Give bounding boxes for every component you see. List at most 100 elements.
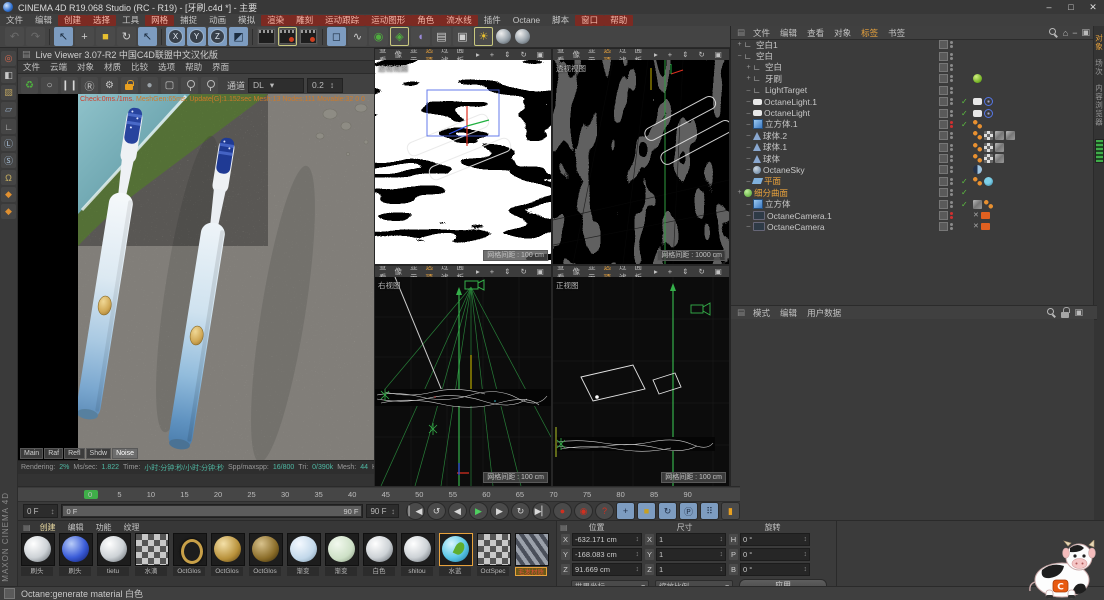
record-keyframe-button[interactable]: ●: [553, 502, 572, 520]
object-row-OctaneLight[interactable]: – OctaneLight ✓: [731, 107, 1093, 118]
layer-chip[interactable]: [939, 176, 948, 186]
render-view-icon[interactable]: [257, 27, 276, 46]
coord-field-X[interactable]: -632.171 cm ↕: [572, 533, 642, 546]
phong-dots-tag-icon[interactable]: [973, 142, 982, 152]
object-row-球体[interactable]: – 球体: [731, 153, 1093, 164]
attribute-manager-body[interactable]: [731, 319, 1094, 520]
visibility-dots[interactable]: [950, 132, 953, 140]
quantize-icon[interactable]: ◆: [1, 187, 16, 202]
visibility-dots[interactable]: [950, 75, 953, 83]
render-picture-icon[interactable]: [278, 27, 297, 46]
object-row-球体.2[interactable]: – 球体.2: [731, 130, 1093, 141]
menu-编辑[interactable]: 编辑: [29, 15, 58, 26]
layer-chip[interactable]: [939, 85, 948, 95]
visibility-dots[interactable]: [950, 212, 953, 220]
expand-plus-icon[interactable]: +: [744, 75, 753, 82]
visibility-dots[interactable]: [950, 41, 953, 49]
play-button[interactable]: ▶: [469, 502, 488, 520]
visibility-dots[interactable]: [950, 86, 953, 94]
layer-chip[interactable]: [939, 40, 948, 50]
pan-icon[interactable]: +: [664, 50, 676, 59]
object-row-OctaneSky[interactable]: – OctaneSky: [731, 164, 1093, 175]
dot-bottom[interactable]: [950, 159, 953, 163]
texture-tag-icon[interactable]: [995, 142, 1004, 152]
channel-dropdown[interactable]: DL ▾: [248, 77, 305, 93]
render-canvas[interactable]: Check:0ms./1ms. MeshGen:65ms. Update[G]:…: [18, 94, 374, 460]
material-thumbnail[interactable]: [363, 533, 397, 566]
material-渐变[interactable]: 渐变: [287, 533, 321, 576]
material-毛发材质[interactable]: 毛发材质: [515, 533, 549, 576]
material-sphere-icon[interactable]: [515, 29, 530, 44]
dot-top[interactable]: [950, 132, 953, 136]
om-menu-对象[interactable]: 对象: [829, 27, 856, 39]
visibility-toggles[interactable]: [939, 211, 953, 221]
material-thumbnail[interactable]: [439, 533, 473, 566]
material-渐变[interactable]: 渐变: [325, 533, 359, 576]
sample-field[interactable]: 0.2 ↕: [307, 77, 344, 93]
dot-bottom[interactable]: [950, 193, 953, 197]
keyframe-selection-button[interactable]: ▮: [721, 502, 740, 520]
lv-menu-界面[interactable]: 界面: [207, 61, 234, 73]
object-row-OctaneCamera.1[interactable]: – OctaneCamera.1 ✕: [731, 210, 1093, 221]
material-OctSpec[interactable]: OctSpec: [477, 533, 511, 576]
dot-bottom[interactable]: [950, 181, 953, 185]
dot-bottom[interactable]: [950, 170, 953, 174]
om-menu-查看[interactable]: 查看: [802, 27, 829, 39]
expand-plus-icon[interactable]: +: [735, 189, 744, 196]
mat-menu-编辑[interactable]: 编辑: [63, 522, 89, 533]
expand-all-icon[interactable]: ▣: [1081, 27, 1090, 38]
object-row-平面[interactable]: – 平面 ✓: [731, 176, 1093, 187]
material-thumbnail[interactable]: [97, 533, 131, 566]
coord-field-Z[interactable]: 91.669 cm ↕: [572, 563, 642, 576]
search-icon[interactable]: [1047, 307, 1057, 318]
light-tag-icon[interactable]: [973, 98, 982, 106]
pan-icon[interactable]: +: [664, 267, 676, 276]
toggle-view-icon[interactable]: ▣: [533, 267, 548, 276]
side-tab-场次[interactable]: 场次: [1094, 59, 1104, 76]
scale-icon[interactable]: ■: [96, 27, 115, 46]
visibility-dots[interactable]: [950, 52, 953, 60]
environment-icon[interactable]: ▤: [432, 27, 451, 46]
layer-chip[interactable]: [939, 199, 948, 209]
material-thumbnail[interactable]: [287, 533, 321, 566]
goto-start-button[interactable]: ▏◀: [406, 502, 425, 520]
layer-chip[interactable]: [939, 119, 948, 129]
phong-dots-tag-icon[interactable]: [984, 199, 993, 209]
live-selection-icon[interactable]: ↖: [54, 27, 73, 46]
side-tab-对象[interactable]: 对象: [1094, 34, 1104, 51]
layer-chip[interactable]: [939, 97, 948, 107]
material-水蓝[interactable]: 水蓝: [439, 533, 473, 576]
visibility-dots[interactable]: [950, 120, 953, 128]
lv-menu-材质[interactable]: 材质: [99, 61, 126, 73]
visibility-toggles[interactable]: [939, 51, 953, 61]
dot-bottom[interactable]: [950, 56, 953, 60]
zoom-icon[interactable]: ⇕: [678, 50, 692, 59]
lock-y-icon[interactable]: Y: [187, 27, 206, 46]
visibility-dots[interactable]: [950, 109, 953, 117]
menu-动画[interactable]: 动画: [203, 15, 232, 26]
dot-top[interactable]: [950, 143, 953, 147]
material-OctGlos[interactable]: OctGlos: [211, 533, 245, 576]
light-icon[interactable]: ☀: [474, 27, 493, 46]
dot-top[interactable]: [950, 86, 953, 90]
sky-tag-icon[interactable]: [973, 165, 982, 175]
menu-运动图形[interactable]: 运动图形: [365, 14, 412, 26]
refresh-icon[interactable]: ♻: [21, 76, 38, 94]
side-tab-内容浏览器[interactable]: 内容浏览器: [1094, 84, 1104, 127]
close-button[interactable]: ✕: [1082, 1, 1104, 14]
mat-menu-纹理[interactable]: 纹理: [119, 522, 145, 533]
lv-menu-对象[interactable]: 对象: [72, 61, 99, 73]
material-刷头[interactable]: 刷头: [21, 533, 55, 576]
coord-field-B[interactable]: 0 ° ↕: [740, 563, 810, 576]
camera-tag-icon[interactable]: [980, 223, 990, 231]
material-thumbnail[interactable]: [477, 533, 511, 566]
deformer-icon[interactable]: ◖: [411, 27, 430, 46]
material-OctGlos[interactable]: OctGlos: [249, 533, 283, 576]
menu-Octane[interactable]: Octane: [507, 15, 546, 26]
material-thumbnail[interactable]: [21, 533, 55, 566]
layer-chip[interactable]: [939, 131, 948, 141]
expand-arrow-icon[interactable]: ▸: [472, 267, 484, 276]
uvw-tag-icon[interactable]: [984, 131, 993, 141]
expand-plus-icon[interactable]: +: [744, 64, 753, 71]
texture-tag-icon[interactable]: [973, 199, 982, 209]
